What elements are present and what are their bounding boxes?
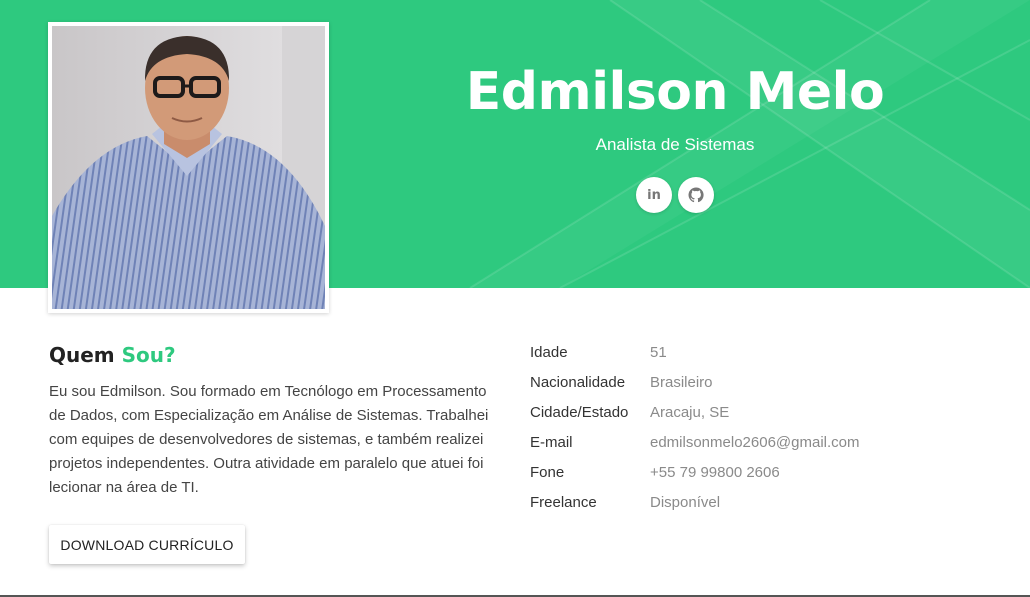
github-button[interactable]	[678, 177, 714, 213]
info-value: Disponível	[650, 493, 721, 511]
info-value: 51	[650, 343, 667, 361]
info-label: Idade	[530, 343, 568, 361]
profile-photo-image	[52, 26, 325, 309]
info-row-nationality: Nacionalidade Brasileiro	[530, 367, 860, 397]
info-value: Aracaju, SE	[650, 403, 730, 421]
linkedin-icon: in	[647, 187, 661, 203]
profile-photo	[48, 22, 329, 313]
linkedin-button[interactable]: in	[636, 177, 672, 213]
info-row-phone: Fone +55 79 99800 2606	[530, 457, 860, 487]
info-value: Brasileiro	[650, 373, 713, 391]
info-row-email: E-mail edmilsonmelo2606@gmail.com	[530, 427, 860, 457]
about-description: Eu sou Edmilson. Sou formado em Tecnólog…	[49, 383, 489, 496]
about-heading-prefix: Quem	[49, 343, 115, 367]
info-row-age: Idade 51	[530, 337, 860, 367]
info-row-freelance: Freelance Disponível	[530, 487, 860, 517]
github-icon	[688, 187, 704, 203]
email-link[interactable]: edmilsonmelo2606@gmail.com	[650, 434, 860, 451]
info-label: Cidade/Estado	[530, 403, 629, 421]
about-heading: Quem Sou?	[49, 342, 176, 368]
download-cv-button[interactable]: DOWNLOAD CURRÍCULO	[49, 525, 245, 564]
info-value: +55 79 99800 2606	[650, 463, 780, 481]
info-row-city: Cidade/Estado Aracaju, SE	[530, 397, 860, 427]
about-heading-accent: Sou?	[121, 343, 176, 367]
info-label: Freelance	[530, 493, 597, 511]
info-label: Fone	[530, 463, 565, 481]
personal-info-list: Idade 51 Nacionalidade Brasileiro Cidade…	[530, 337, 860, 517]
info-label: E-mail	[530, 433, 573, 451]
social-links: in	[636, 177, 714, 213]
profile-role: Analista de Sistemas	[595, 135, 755, 154]
profile-name: Edmilson Melo	[465, 62, 885, 122]
info-label: Nacionalidade	[530, 373, 626, 391]
